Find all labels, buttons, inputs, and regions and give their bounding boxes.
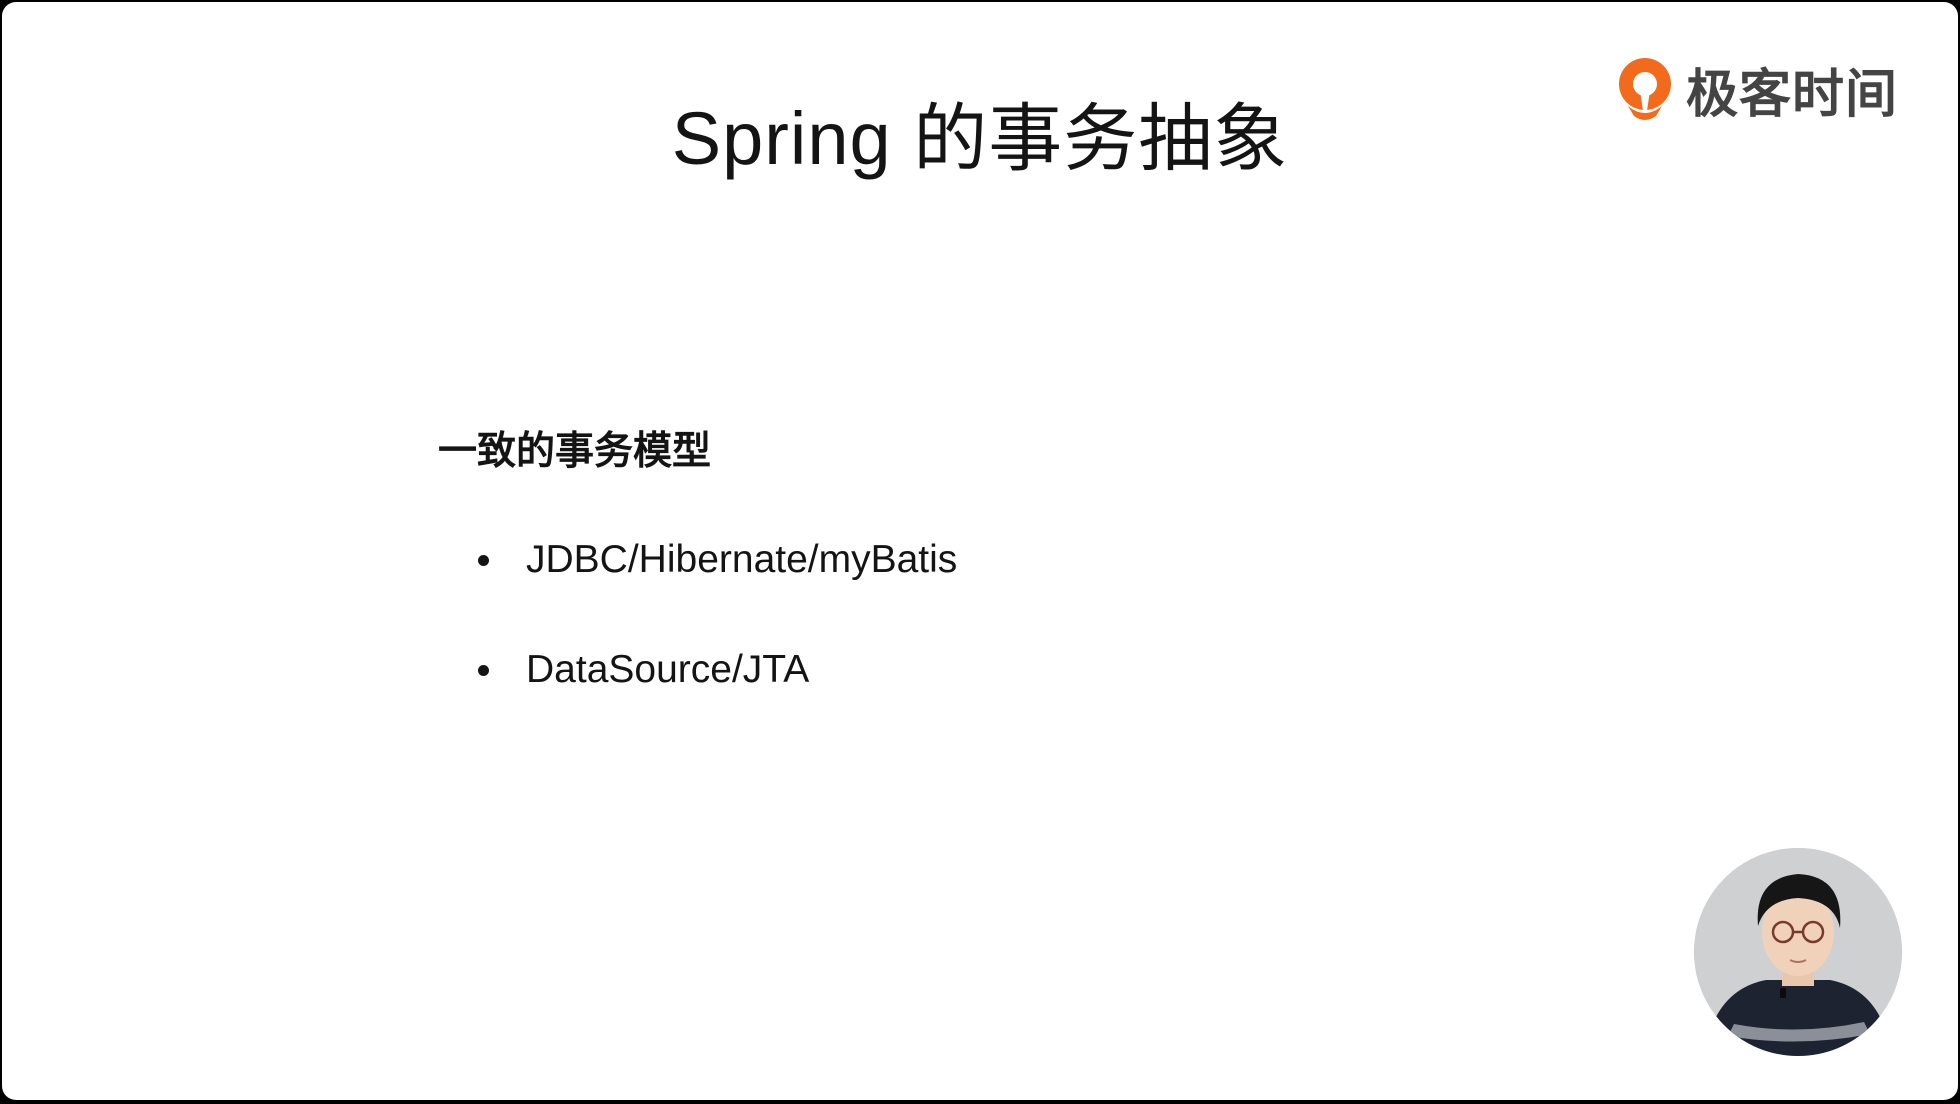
bullet-item: JDBC/Hibernate/myBatis — [478, 530, 957, 590]
section-heading: 一致的事务模型 — [438, 430, 712, 473]
bullet-list: JDBC/Hibernate/myBatis DataSource/JTA — [478, 530, 957, 750]
presenter-avatar — [1694, 848, 1902, 1056]
bullet-text: DataSource/JTA — [526, 648, 810, 691]
bullet-text: JDBC/Hibernate/myBatis — [526, 538, 958, 581]
slide-title: Spring 的事务抽象 — [671, 97, 1289, 180]
bullet-dot-icon — [478, 554, 489, 566]
presenter-video — [1694, 848, 1902, 1056]
bullet-item: DataSource/JTA — [478, 640, 957, 700]
bullet-dot-icon — [478, 664, 489, 676]
slide-canvas: 极客时间 Spring 的事务抽象 一致的事务模型 JDBC/Hibernate… — [2, 2, 1958, 1100]
